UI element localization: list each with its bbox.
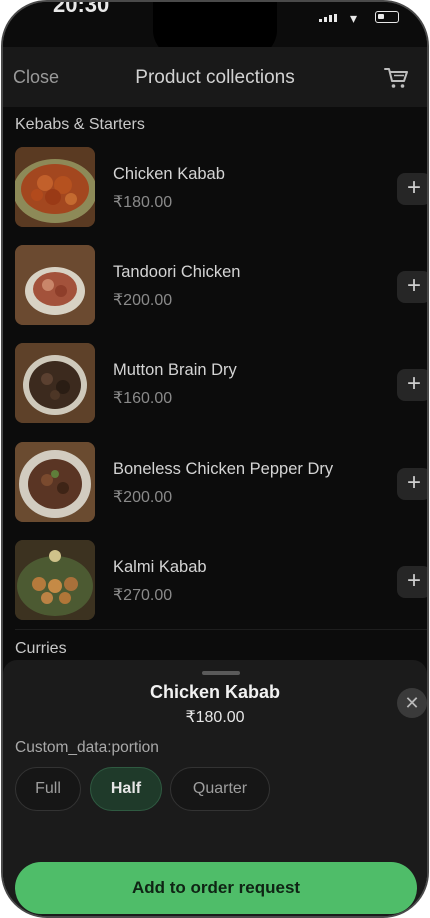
phone-frame: 20:30 ▾ Close Product collections Kebabs…: [1, 0, 429, 918]
signal-icon: [319, 14, 341, 22]
add-item-button[interactable]: +: [397, 271, 427, 303]
list-item[interactable]: Kalmi Kabab ₹270.00 +: [3, 540, 427, 638]
list-item[interactable]: Mutton Brain Dry ₹160.00 +: [3, 343, 427, 441]
section-title: Curries: [15, 640, 67, 657]
page-title: Product collections: [135, 67, 295, 88]
item-name: Chicken Kabab: [113, 165, 225, 183]
item-price: ₹200.00: [113, 489, 173, 506]
sheet-drag-handle[interactable]: [202, 671, 240, 675]
option-chip-half[interactable]: Half: [90, 767, 162, 811]
app-screen: 20:30 ▾ Close Product collections Kebabs…: [3, 2, 427, 916]
dish-image: [15, 442, 95, 522]
close-icon[interactable]: ✕: [397, 688, 427, 718]
dish-image: [15, 343, 95, 423]
battery-icon: [375, 11, 399, 23]
item-price: ₹200.00: [113, 292, 173, 309]
sheet-title: Chicken Kabab: [149, 682, 281, 702]
add-item-button[interactable]: +: [397, 566, 427, 598]
add-item-button[interactable]: +: [397, 468, 427, 500]
dish-image: [15, 540, 95, 620]
option-label: Custom_data:portion: [15, 739, 159, 756]
status-time: 20:30: [53, 2, 110, 17]
item-name: Mutton Brain Dry: [113, 361, 237, 379]
section-divider: [15, 629, 427, 630]
item-name: Kalmi Kabab: [113, 558, 207, 576]
dish-image: [15, 245, 95, 325]
wifi-icon: ▾: [350, 10, 358, 26]
top-bar: Close Product collections: [3, 47, 427, 107]
cart-icon[interactable]: [383, 65, 409, 91]
item-price: ₹270.00: [113, 587, 173, 604]
list-item[interactable]: Chicken Kabab ₹180.00 +: [3, 147, 427, 245]
list-item[interactable]: Tandoori Chicken ₹200.00 +: [3, 245, 427, 343]
product-options-sheet: Chicken Kabab ₹180.00 ✕ Custom_data:port…: [3, 660, 427, 916]
option-chip-full[interactable]: Full: [15, 767, 81, 811]
dish-image: [15, 147, 95, 227]
item-price: ₹160.00: [113, 390, 173, 407]
item-price: ₹180.00: [113, 194, 173, 211]
add-to-order-button[interactable]: Add to order request: [15, 862, 417, 914]
item-name: Boneless Chicken Pepper Dry: [113, 460, 334, 478]
sheet-price: ₹180.00: [185, 709, 245, 726]
list-item[interactable]: Boneless Chicken Pepper Dry ₹200.00 +: [3, 442, 427, 540]
add-item-button[interactable]: +: [397, 173, 427, 205]
section-title: Kebabs & Starters: [15, 116, 145, 133]
item-name: Tandoori Chicken: [113, 263, 241, 281]
status-bar: 20:30 ▾: [3, 2, 427, 58]
add-item-button[interactable]: +: [397, 369, 427, 401]
option-chip-quarter[interactable]: Quarter: [170, 767, 270, 811]
